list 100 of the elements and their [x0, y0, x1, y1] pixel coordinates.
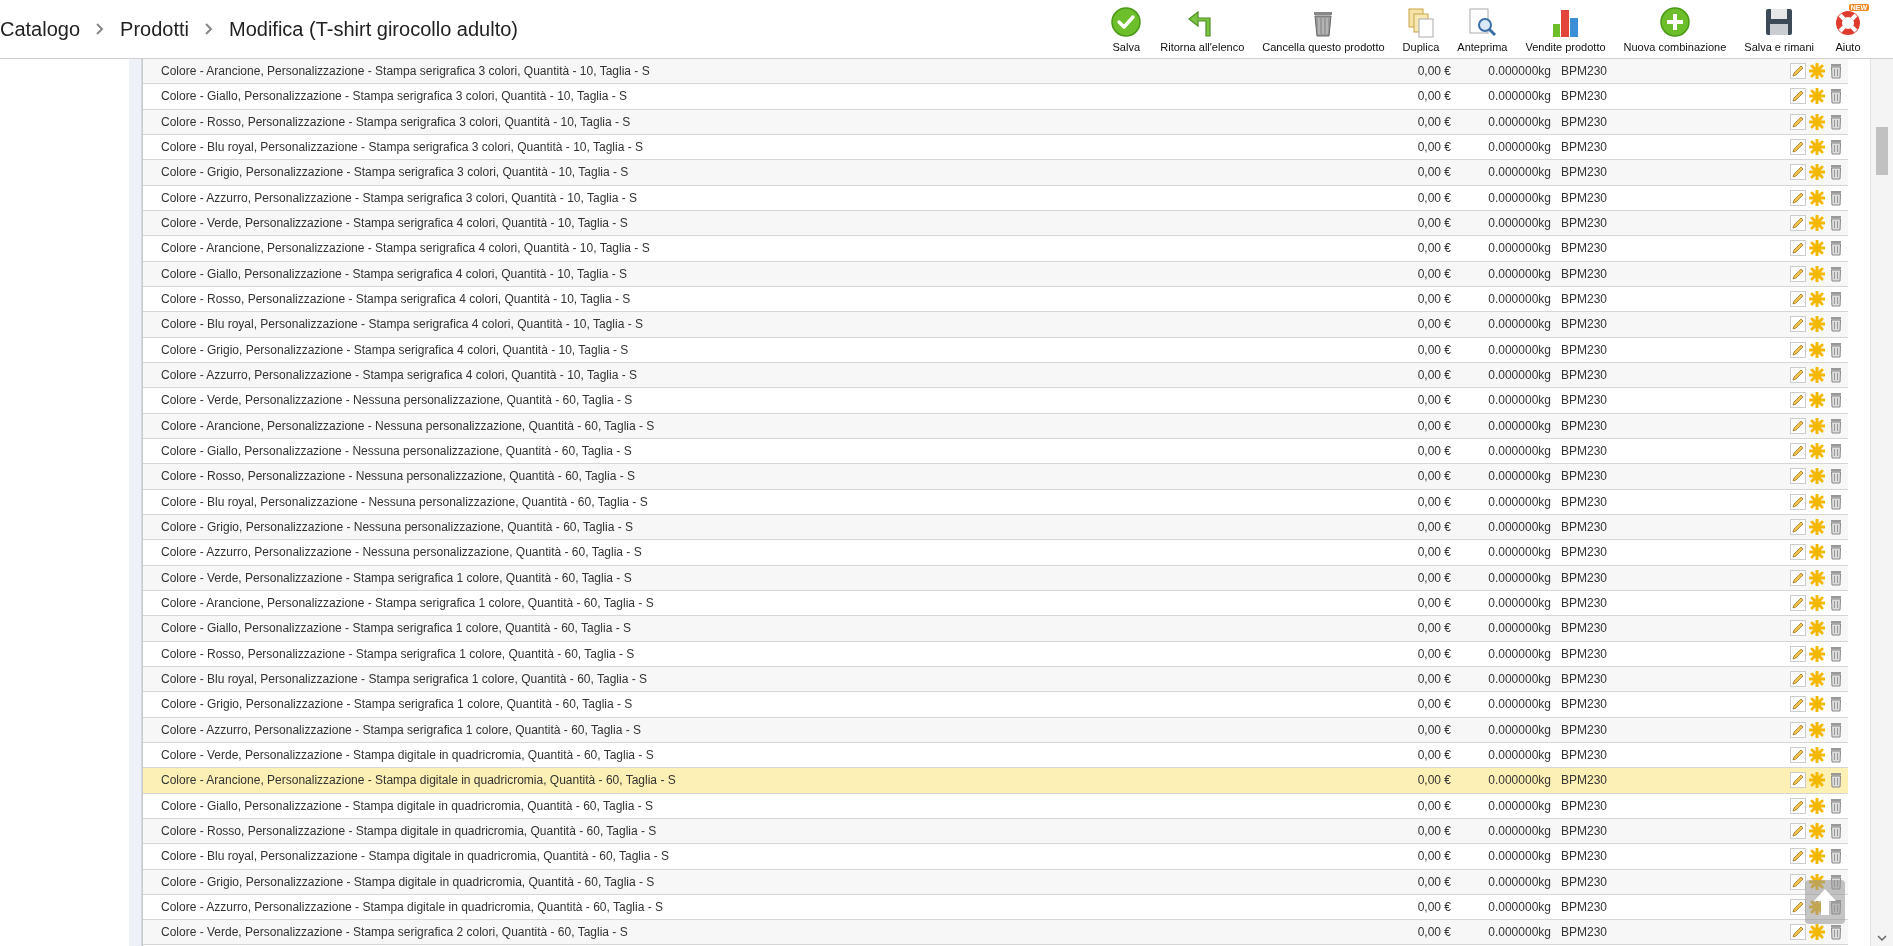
asterisk-icon[interactable]	[1809, 671, 1825, 688]
edit-pencil-icon[interactable]	[1790, 417, 1806, 434]
table-row[interactable]: Colore - Arancione, Personalizzazione - Stampa digitale in quadricromia, Quantità - 60, Taglia - S 0,00 € 0.000000kg BPM230	[143, 768, 1848, 794]
asterisk-icon[interactable]	[1809, 265, 1825, 282]
edit-pencil-icon[interactable]	[1790, 265, 1806, 282]
table-row[interactable]: Colore - Verde, Personalizzazione - Stampa serigrafica 1 colore, Quantità - 60, Taglia - S 0,00 € 0.000000kg BPM230	[143, 565, 1848, 591]
edit-pencil-icon[interactable]	[1790, 468, 1806, 485]
trash-icon[interactable]	[1828, 417, 1844, 434]
edit-pencil-icon[interactable]	[1790, 113, 1806, 130]
toolbar-button[interactable]: Salva	[1101, 5, 1152, 53]
asterisk-icon[interactable]	[1809, 215, 1825, 232]
edit-pencil-icon[interactable]	[1790, 696, 1806, 713]
asterisk-icon[interactable]	[1809, 392, 1825, 409]
trash-icon[interactable]	[1828, 620, 1844, 637]
edit-pencil-icon[interactable]	[1790, 240, 1806, 257]
trash-icon[interactable]	[1828, 569, 1844, 586]
toolbar-button[interactable]: Anteprima	[1448, 5, 1517, 53]
edit-pencil-icon[interactable]	[1790, 797, 1806, 814]
table-row[interactable]: Colore - Azzurro, Personalizzazione - Stampa serigrafica 1 colore, Quantità - 60, Taglia - S 0,00 € 0.000000kg BPM230	[143, 717, 1848, 743]
toolbar-button[interactable]: Salva e rimani	[1735, 5, 1823, 53]
edit-pencil-icon[interactable]	[1790, 63, 1806, 80]
trash-icon[interactable]	[1828, 721, 1844, 738]
asterisk-icon[interactable]	[1809, 645, 1825, 662]
edit-pencil-icon[interactable]	[1790, 823, 1806, 839]
asterisk-icon[interactable]	[1809, 493, 1825, 510]
table-row[interactable]: Colore - Blu royal, Personalizzazione - Stampa serigrafica 4 colori, Quantità - 10, Taglia - S 0,00 € 0.000000kg BPM230	[143, 312, 1848, 338]
asterisk-icon[interactable]	[1809, 341, 1825, 358]
asterisk-icon[interactable]	[1809, 113, 1825, 130]
trash-icon[interactable]	[1828, 519, 1844, 536]
asterisk-icon[interactable]	[1809, 544, 1825, 561]
trash-icon[interactable]	[1828, 189, 1844, 206]
trash-icon[interactable]	[1828, 468, 1844, 485]
edit-pencil-icon[interactable]	[1790, 848, 1806, 865]
table-row[interactable]: Colore - Grigio, Personalizzazione - Stampa serigrafica 3 colori, Quantità - 10, Taglia - S 0,00 € 0.000000kg BPM230	[143, 160, 1848, 186]
edit-pencil-icon[interactable]	[1790, 493, 1806, 510]
asterisk-icon[interactable]	[1809, 772, 1825, 789]
toolbar-button[interactable]: Vendite prodotto	[1516, 5, 1615, 53]
trash-icon[interactable]	[1828, 747, 1844, 763]
edit-pencil-icon[interactable]	[1790, 443, 1806, 460]
trash-icon[interactable]	[1828, 215, 1844, 232]
trash-icon[interactable]	[1828, 848, 1844, 865]
edit-pencil-icon[interactable]	[1790, 544, 1806, 561]
asterisk-icon[interactable]	[1809, 519, 1825, 536]
table-row[interactable]: Colore - Arancione, Personalizzazione - Nessuna personalizzazione, Quantità - 60, Taglia - S 0,00 € 0.000000kg BPM230	[143, 413, 1848, 439]
edit-pencil-icon[interactable]	[1790, 88, 1806, 105]
trash-icon[interactable]	[1828, 595, 1844, 612]
table-row[interactable]: Colore - Azzurro, Personalizzazione - Stampa serigrafica 4 colori, Quantità - 10, Taglia - S 0,00 € 0.000000kg BPM230	[143, 362, 1848, 389]
table-row[interactable]: Colore - Verde, Personalizzazione - Stampa serigrafica 4 colori, Quantità - 10, Taglia - S 0,00 € 0.000000kg BPM230	[143, 210, 1848, 237]
asterisk-icon[interactable]	[1809, 797, 1825, 814]
edit-pencil-icon[interactable]	[1790, 721, 1806, 738]
trash-icon[interactable]	[1828, 341, 1844, 358]
table-row[interactable]: Colore - Rosso, Personalizzazione - Stampa serigrafica 3 colori, Quantità - 10, Taglia - S 0,00 € 0.000000kg BPM230	[143, 109, 1848, 135]
edit-pencil-icon[interactable]	[1790, 924, 1806, 941]
asterisk-icon[interactable]	[1809, 88, 1825, 105]
asterisk-icon[interactable]	[1809, 696, 1825, 713]
edit-pencil-icon[interactable]	[1790, 747, 1806, 763]
edit-pencil-icon[interactable]	[1790, 392, 1806, 409]
toolbar-button[interactable]: Duplica	[1393, 5, 1449, 53]
edit-pencil-icon[interactable]	[1790, 671, 1806, 688]
trash-icon[interactable]	[1828, 367, 1844, 384]
asterisk-icon[interactable]	[1809, 595, 1825, 612]
asterisk-icon[interactable]	[1809, 417, 1825, 434]
table-row[interactable]: Colore - Rosso, Personalizzazione - Nessuna personalizzazione, Quantità - 60, Taglia - S 0,00 € 0.000000kg BPM230	[143, 464, 1848, 490]
asterisk-icon[interactable]	[1809, 569, 1825, 586]
edit-pencil-icon[interactable]	[1790, 899, 1806, 915]
asterisk-icon[interactable]	[1809, 468, 1825, 485]
edit-pencil-icon[interactable]	[1790, 620, 1806, 637]
table-row[interactable]: Colore - Giallo, Personalizzazione - Stampa serigrafica 1 colore, Quantità - 60, Taglia - S 0,00 € 0.000000kg BPM230	[143, 616, 1848, 642]
table-row[interactable]: Colore - Grigio, Personalizzazione - Stampa digitale in quadricromia, Quantità - 60, Taglia - S 0,00 € 0.000000kg BPM230	[143, 869, 1848, 895]
trash-icon[interactable]	[1828, 443, 1844, 460]
trash-icon[interactable]	[1828, 772, 1844, 789]
table-row[interactable]: Colore - Giallo, Personalizzazione - Stampa serigrafica 4 colori, Quantità - 10, Taglia - S 0,00 € 0.000000kg BPM230	[143, 261, 1848, 287]
trash-icon[interactable]	[1828, 544, 1844, 561]
table-row[interactable]: Colore - Grigio, Personalizzazione - Nessuna personalizzazione, Quantità - 60, Taglia - S 0,00 € 0.000000kg BPM230	[143, 514, 1848, 541]
edit-pencil-icon[interactable]	[1790, 595, 1806, 612]
trash-icon[interactable]	[1828, 671, 1844, 688]
asterisk-icon[interactable]	[1809, 620, 1825, 637]
breadcrumb-item[interactable]: Catalogo	[0, 17, 81, 41]
trash-icon[interactable]	[1828, 265, 1844, 282]
scrollbar[interactable]	[1870, 59, 1893, 946]
asterisk-icon[interactable]	[1809, 367, 1825, 384]
table-row[interactable]: Colore - Blu royal, Personalizzazione - Stampa serigrafica 1 colore, Quantità - 60, Taglia - S 0,00 € 0.000000kg BPM230	[143, 666, 1848, 693]
trash-icon[interactable]	[1828, 88, 1844, 105]
toolbar-button[interactable]: Nuova combinazione	[1614, 5, 1736, 53]
trash-icon[interactable]	[1828, 493, 1844, 510]
trash-icon[interactable]	[1828, 139, 1844, 156]
asterisk-icon[interactable]	[1809, 316, 1825, 333]
table-row[interactable]: Colore - Verde, Personalizzazione - Stampa serigrafica 2 colori, Quantità - 60, Taglia - S 0,00 € 0.000000kg BPM230	[143, 920, 1848, 946]
asterisk-icon[interactable]	[1809, 823, 1825, 839]
asterisk-icon[interactable]	[1809, 443, 1825, 460]
table-row[interactable]: Colore - Rosso, Personalizzazione - Stampa digitale in quadricromia, Quantità - 60, Taglia - S 0,00 € 0.000000kg BPM230	[143, 818, 1848, 845]
edit-pencil-icon[interactable]	[1790, 569, 1806, 586]
trash-icon[interactable]	[1828, 899, 1844, 915]
edit-pencil-icon[interactable]	[1790, 873, 1806, 890]
edit-pencil-icon[interactable]	[1790, 189, 1806, 206]
edit-pencil-icon[interactable]	[1790, 367, 1806, 384]
breadcrumb-item[interactable]: Prodotti	[120, 17, 189, 41]
asterisk-icon[interactable]	[1809, 924, 1825, 941]
edit-pencil-icon[interactable]	[1790, 341, 1806, 358]
trash-icon[interactable]	[1828, 696, 1844, 713]
